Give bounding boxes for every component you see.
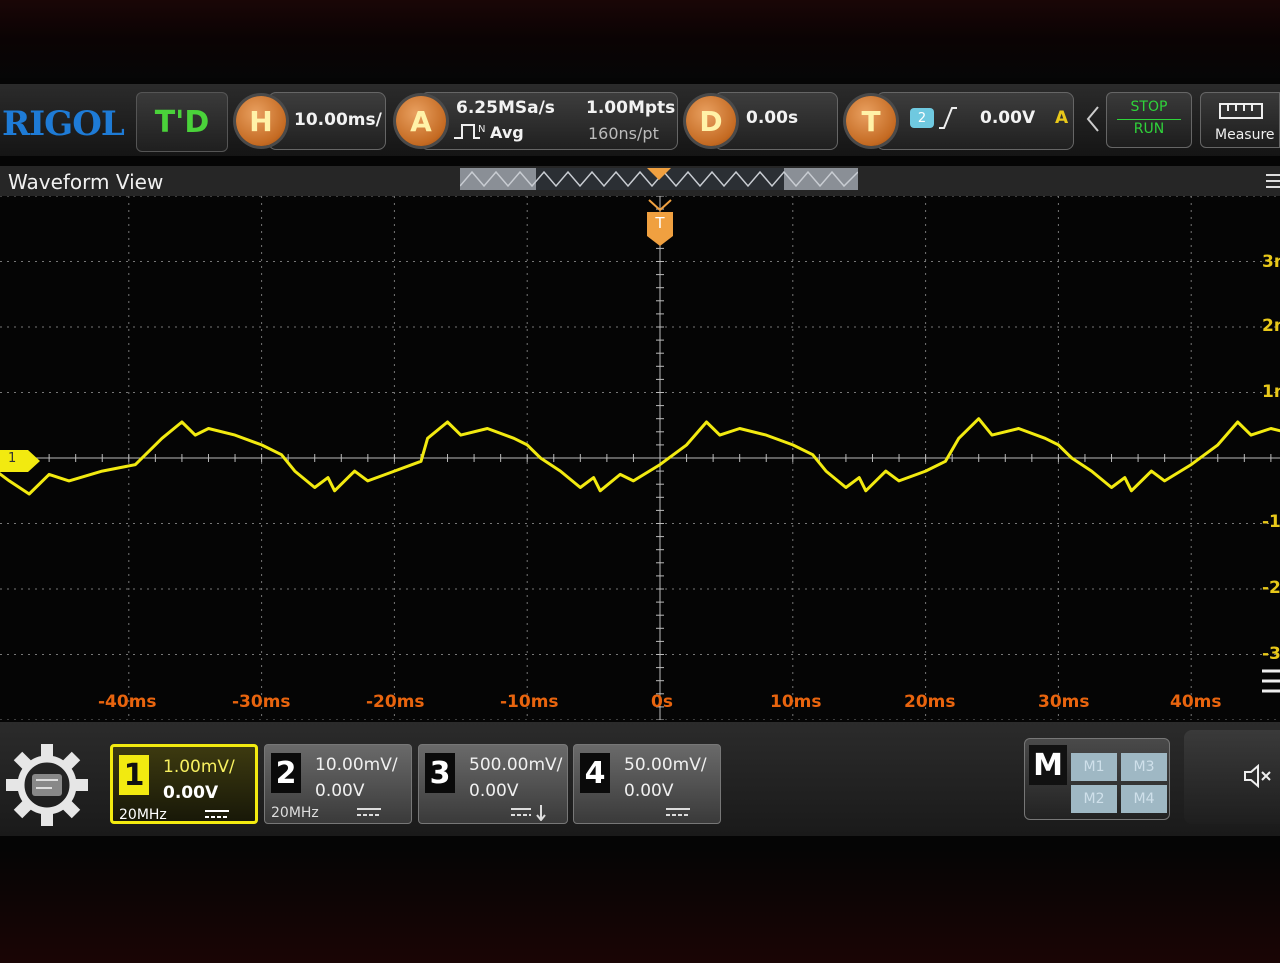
waveform-grid[interactable] — [0, 196, 1280, 720]
channel-number: 1 — [119, 755, 149, 795]
sample-rate: 6.25MSa/s — [456, 98, 555, 118]
timebase-value: 10.00ms/ — [294, 110, 382, 130]
math-m4-button[interactable]: M4 — [1121, 785, 1167, 813]
channel-1-button[interactable]: 1 1.00mV/ 0.00V 20MHz — [110, 744, 258, 824]
menu-icon[interactable] — [1266, 172, 1280, 192]
channel-scale: 50.00mV/ — [624, 755, 707, 775]
trigger-level: 0.00V — [980, 108, 1036, 128]
dc-coupling-icon — [205, 810, 229, 818]
math-panel[interactable]: M M1 M3 M2 M4 — [1024, 738, 1170, 820]
y-tick-label: -1m — [1262, 512, 1280, 532]
time-resolution: 160ns/pt — [588, 124, 659, 143]
channel-number: 2 — [271, 753, 301, 793]
channel-number: 3 — [425, 753, 455, 793]
math-m1-button[interactable]: M1 — [1071, 753, 1117, 781]
side-menu-icon[interactable] — [1262, 668, 1280, 698]
x-tick-label: 0s — [651, 692, 673, 712]
y-tick-label: -3m — [1262, 644, 1280, 664]
x-tick-label: -10ms — [500, 692, 559, 712]
y-tick-label: 2m — [1262, 316, 1280, 336]
channel-scale: 10.00mV/ — [315, 755, 398, 775]
channel-scale: 1.00mV/ — [163, 757, 235, 777]
stop-label: STOP — [1130, 99, 1168, 115]
ruler-icon — [1219, 103, 1263, 119]
channel-4-button[interactable]: 4 50.00mV/ 0.00V — [573, 744, 721, 824]
delay-value: 0.00s — [746, 108, 799, 128]
y-tick-label: -2m — [1262, 578, 1280, 598]
x-tick-label: -40ms — [98, 692, 157, 712]
waveform-overview[interactable] — [460, 168, 858, 190]
x-tick-label: 30ms — [1038, 692, 1090, 712]
trigger-icon[interactable]: T — [846, 96, 896, 146]
run-stop-button[interactable]: STOP RUN — [1106, 92, 1192, 148]
channel-offset: 0.00V — [624, 781, 674, 801]
mute-icon[interactable] — [1242, 764, 1272, 788]
channel-offset: 0.00V — [469, 781, 519, 801]
channel-bandwidth: 20MHz — [119, 807, 167, 823]
trigger-source-badge: 2 — [910, 108, 934, 128]
measure-label: Measure — [1215, 127, 1275, 143]
gear-icon[interactable] — [2, 740, 92, 830]
trigger-sweep: A — [1055, 108, 1069, 128]
channel-3-button[interactable]: 3 500.00mV/ 0.00V — [418, 744, 568, 824]
horizontal-icon[interactable]: H — [236, 96, 286, 146]
rising-edge-icon — [939, 107, 957, 129]
channel-offset: 0.00V — [315, 781, 365, 801]
y-tick-label: 1m — [1262, 382, 1280, 402]
channel-scale: 500.00mV/ — [469, 755, 563, 775]
delay-icon[interactable]: D — [686, 96, 736, 146]
dc-coupling-icon — [511, 805, 546, 821]
math-label: M — [1029, 745, 1067, 785]
trigger-marker-label: T — [655, 214, 665, 232]
acquire-mode: Avg — [490, 123, 524, 142]
y-tick-label: 3m — [1262, 252, 1280, 272]
math-m3-button[interactable]: M3 — [1121, 753, 1167, 781]
channel-bandwidth: 20MHz — [271, 805, 319, 821]
x-tick-label: -30ms — [232, 692, 291, 712]
dc-coupling-icon — [357, 808, 381, 816]
x-tick-label: 20ms — [904, 692, 956, 712]
mode-button[interactable]: T'D — [136, 92, 228, 152]
channel-number: 4 — [580, 753, 610, 793]
channel-offset: 0.00V — [163, 783, 219, 803]
measure-button[interactable]: Measure — [1200, 92, 1280, 148]
ch1-offset-marker-label: 1 — [8, 451, 17, 466]
run-label: RUN — [1133, 121, 1165, 137]
memory-depth: 1.00Mpts — [586, 98, 676, 118]
acquire-icon[interactable]: A — [396, 96, 446, 146]
waveform-view-title: Waveform View — [8, 170, 164, 194]
x-tick-label: -20ms — [366, 692, 425, 712]
ch1-trace — [0, 417, 1280, 496]
overview-trigger-icon — [647, 168, 671, 180]
trigger-panel[interactable] — [876, 92, 1074, 150]
ch1-offset-marker[interactable] — [0, 448, 42, 474]
dc-coupling-icon — [666, 808, 690, 816]
chevron-left-icon[interactable] — [1084, 104, 1102, 134]
y-axis-labels: 3m 2m 1m -1m -2m -3m — [1262, 196, 1280, 720]
acquire-mode-prefix: N — [478, 124, 486, 135]
x-tick-label: 40ms — [1170, 692, 1222, 712]
grid-lines — [0, 196, 1280, 720]
rigol-logo: RIGOL — [2, 104, 125, 144]
channel-2-button[interactable]: 2 10.00mV/ 0.00V 20MHz — [264, 744, 412, 824]
math-m2-button[interactable]: M2 — [1071, 785, 1117, 813]
audio-panel[interactable] — [1184, 730, 1280, 824]
x-tick-label: 10ms — [770, 692, 822, 712]
